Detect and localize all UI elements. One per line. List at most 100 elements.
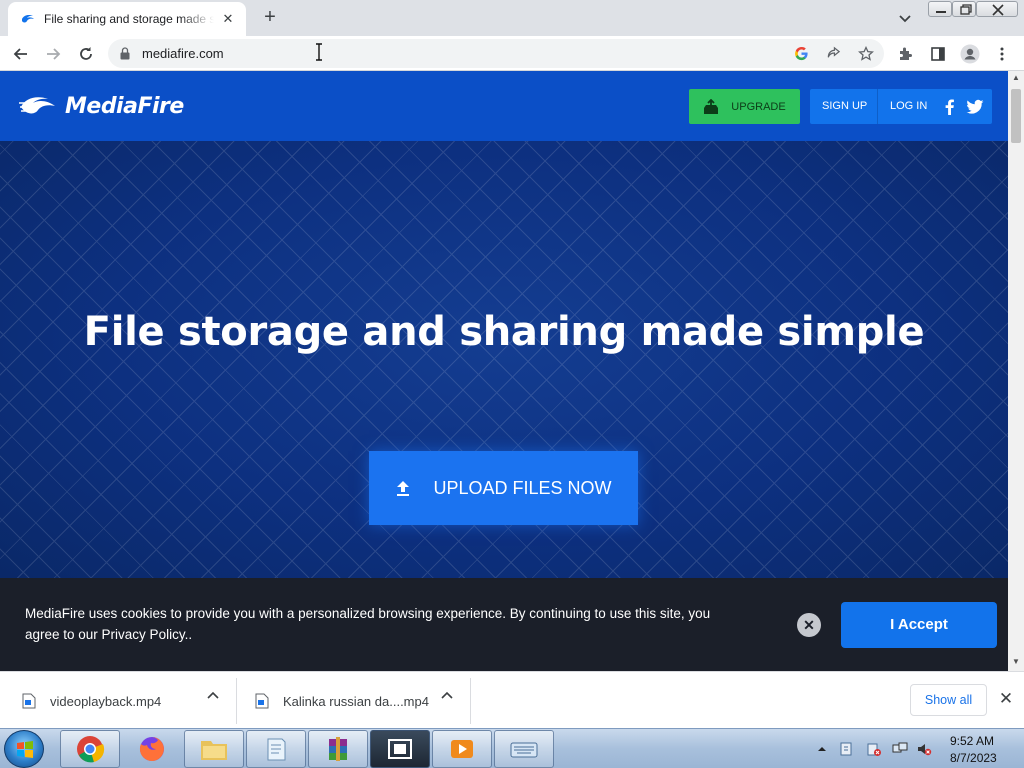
volume-muted-icon[interactable]: [916, 741, 932, 757]
window-close-button[interactable]: [976, 1, 1018, 17]
reload-button[interactable]: [74, 42, 98, 66]
page-scrollbar[interactable]: ▲ ▼: [1008, 71, 1024, 671]
mediafire-flame-icon: [19, 97, 55, 114]
browser-toolbar: mediafire.com: [0, 36, 1024, 71]
lock-icon[interactable]: [120, 47, 130, 60]
scroll-down-arrow-icon[interactable]: ▼: [1012, 657, 1020, 666]
text-cursor-icon: [316, 43, 322, 61]
video-file-icon: [255, 693, 269, 709]
taskbar-onscreen-keyboard[interactable]: [494, 730, 554, 768]
film-strip-icon: [388, 739, 412, 759]
keyboard-icon: [510, 742, 538, 758]
forward-arrow-icon: [47, 48, 61, 60]
download-item[interactable]: Kalinka russian da....mp4: [255, 678, 429, 724]
notepad-icon: [267, 738, 286, 761]
clock-date[interactable]: 8/7/2023: [950, 751, 997, 765]
address-bar[interactable]: mediafire.com: [108, 39, 884, 68]
web-page: MediaFire UPGRADE SIGN UP LOG IN File st…: [0, 71, 1008, 671]
clock-time[interactable]: 9:52 AM: [950, 734, 994, 748]
login-link[interactable]: LOG IN: [890, 89, 927, 124]
chrome-icon: [77, 736, 105, 763]
upgrade-box-icon: [704, 98, 719, 114]
upgrade-button[interactable]: UPGRADE: [689, 89, 800, 124]
upload-label: UPLOAD FILES NOW: [433, 477, 612, 498]
side-panel-button[interactable]: [926, 42, 950, 66]
cookie-close-button[interactable]: ✕: [797, 613, 821, 637]
start-button[interactable]: [4, 730, 44, 768]
winrar-icon: [329, 737, 347, 761]
window-minimize-button[interactable]: [928, 1, 952, 17]
firefox-icon: [139, 737, 164, 761]
cookie-banner: MediaFire uses cookies to provide you wi…: [0, 578, 1008, 671]
tab-close-icon[interactable]: ✕: [220, 11, 236, 27]
facebook-icon[interactable]: [940, 97, 960, 117]
show-all-downloads-button[interactable]: Show all: [910, 684, 987, 716]
taskbar-media-player[interactable]: [432, 730, 492, 768]
download-divider: [236, 678, 237, 724]
download-filename: Kalinka russian da....mp4: [283, 693, 429, 709]
download-filename: videoplayback.mp4: [50, 693, 162, 709]
google-lens-icon[interactable]: [794, 46, 809, 61]
action-center-icon[interactable]: [838, 741, 854, 757]
back-arrow-icon: [13, 48, 27, 60]
upload-arrow-icon: [397, 481, 410, 496]
network-icon[interactable]: [892, 741, 908, 757]
kebab-menu-icon: [1000, 47, 1004, 61]
signup-link[interactable]: SIGN UP: [822, 89, 867, 124]
taskbar-video-player[interactable]: [370, 730, 430, 768]
restore-icon: [960, 4, 972, 15]
back-button[interactable]: [9, 42, 33, 66]
show-hidden-icons-icon[interactable]: [814, 741, 830, 757]
reload-icon: [80, 47, 92, 60]
logo-text: MediaFire: [65, 93, 184, 119]
taskbar-firefox[interactable]: [122, 730, 182, 768]
chevron-up-icon[interactable]: [440, 688, 454, 702]
taskbar-chrome[interactable]: [60, 730, 120, 768]
video-file-icon: [22, 693, 36, 709]
minimize-icon: [936, 11, 946, 13]
share-icon[interactable]: [826, 46, 841, 61]
twitter-icon[interactable]: [965, 97, 985, 117]
puzzle-icon: [900, 47, 912, 60]
browser-menu-button[interactable]: [990, 42, 1014, 66]
close-icon: [992, 4, 1004, 16]
window-restore-button[interactable]: [952, 1, 976, 17]
tab-search-chevron-icon[interactable]: [896, 9, 914, 27]
download-divider: [470, 678, 471, 724]
folder-icon: [201, 741, 227, 760]
hero-title: File storage and sharing made simple: [83, 309, 925, 355]
taskbar-winrar[interactable]: [308, 730, 368, 768]
tab-strip: File sharing and storage made simple ✕ +: [0, 0, 1024, 36]
windows-taskbar: 9:52 AM 8/7/2023: [0, 728, 1024, 768]
media-player-icon: [451, 740, 473, 758]
site-header: MediaFire UPGRADE SIGN UP LOG IN: [0, 71, 1008, 141]
security-alert-icon[interactable]: [866, 741, 882, 757]
scroll-up-arrow-icon[interactable]: ▲: [1012, 73, 1020, 82]
side-panel-icon: [931, 47, 945, 61]
windows-logo-icon: [17, 741, 33, 758]
tab-title: File sharing and storage made simple: [44, 12, 214, 26]
auth-divider: [877, 89, 878, 124]
bookmark-star-icon[interactable]: [858, 46, 874, 62]
taskbar-notepad[interactable]: [246, 730, 306, 768]
extensions-button[interactable]: [894, 42, 918, 66]
upgrade-label: UPGRADE: [731, 100, 786, 113]
browser-tab[interactable]: File sharing and storage made simple ✕: [8, 2, 246, 36]
taskbar-explorer[interactable]: [184, 730, 244, 768]
upload-files-button[interactable]: UPLOAD FILES NOW: [369, 451, 638, 525]
forward-button[interactable]: [41, 42, 65, 66]
cookie-message: MediaFire uses cookies to provide you wi…: [25, 606, 711, 642]
url-text[interactable]: mediafire.com: [142, 46, 224, 61]
mediafire-favicon-icon: [22, 15, 34, 23]
new-tab-button[interactable]: +: [258, 6, 282, 30]
chevron-up-icon[interactable]: [206, 688, 220, 702]
profile-avatar-icon: [960, 44, 980, 64]
mediafire-logo[interactable]: MediaFire: [19, 91, 184, 121]
accept-cookies-button[interactable]: I Accept: [841, 602, 997, 648]
download-item[interactable]: videoplayback.mp4: [22, 678, 161, 724]
download-shelf: videoplayback.mp4 Kalinka russian da....…: [0, 671, 1024, 728]
close-shelf-button[interactable]: ✕: [996, 689, 1016, 709]
profile-button[interactable]: [958, 42, 982, 66]
scrollbar-thumb[interactable]: [1011, 89, 1021, 143]
hero-section: File storage and sharing made simple UPL…: [0, 141, 1008, 581]
